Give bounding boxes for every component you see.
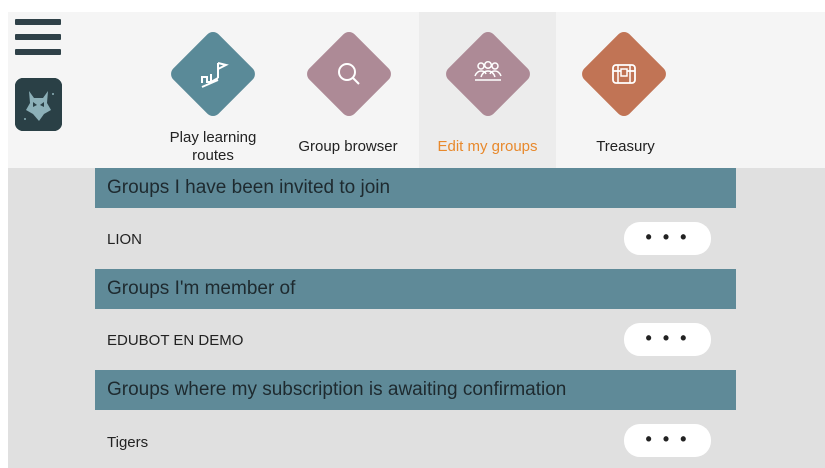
more-options-button[interactable]: • • • [624, 222, 711, 255]
nav-label: Edit my groups [437, 138, 538, 155]
nav-group-browser[interactable]: Group browser [284, 12, 412, 168]
groups-panel: Groups I have been invited to join LION … [8, 168, 825, 468]
group-icon [474, 60, 502, 81]
more-options-button[interactable]: • • • [624, 424, 711, 457]
nav-play-learning-routes[interactable]: Play learning routes [150, 12, 276, 168]
nav-treasury[interactable]: Treasury [564, 12, 687, 168]
search-icon [338, 63, 360, 85]
flag-route-icon [201, 62, 229, 88]
nav-label-line2: routes [192, 147, 234, 164]
nav-label: Treasury [596, 138, 655, 155]
more-options-button[interactable]: • • • [624, 323, 711, 356]
section-header-invited: Groups I have been invited to join [95, 168, 736, 208]
section-header-member: Groups I'm member of [95, 269, 736, 309]
avatar[interactable] [15, 78, 62, 131]
nav-edit-my-groups[interactable]: Edit my groups [419, 12, 556, 168]
group-name: EDUBOT EN DEMO [107, 332, 244, 349]
nav-label-line1: Play learning [169, 129, 257, 146]
top-navigation-bar [8, 12, 825, 168]
treasure-chest-icon [612, 64, 636, 84]
hamburger-menu-icon[interactable] [15, 19, 61, 55]
group-name: LION [107, 231, 143, 248]
group-name: Tigers [107, 434, 149, 451]
nav-label: Group browser [298, 138, 398, 155]
section-header-awaiting: Groups where my subscription is awaiting… [95, 370, 736, 410]
